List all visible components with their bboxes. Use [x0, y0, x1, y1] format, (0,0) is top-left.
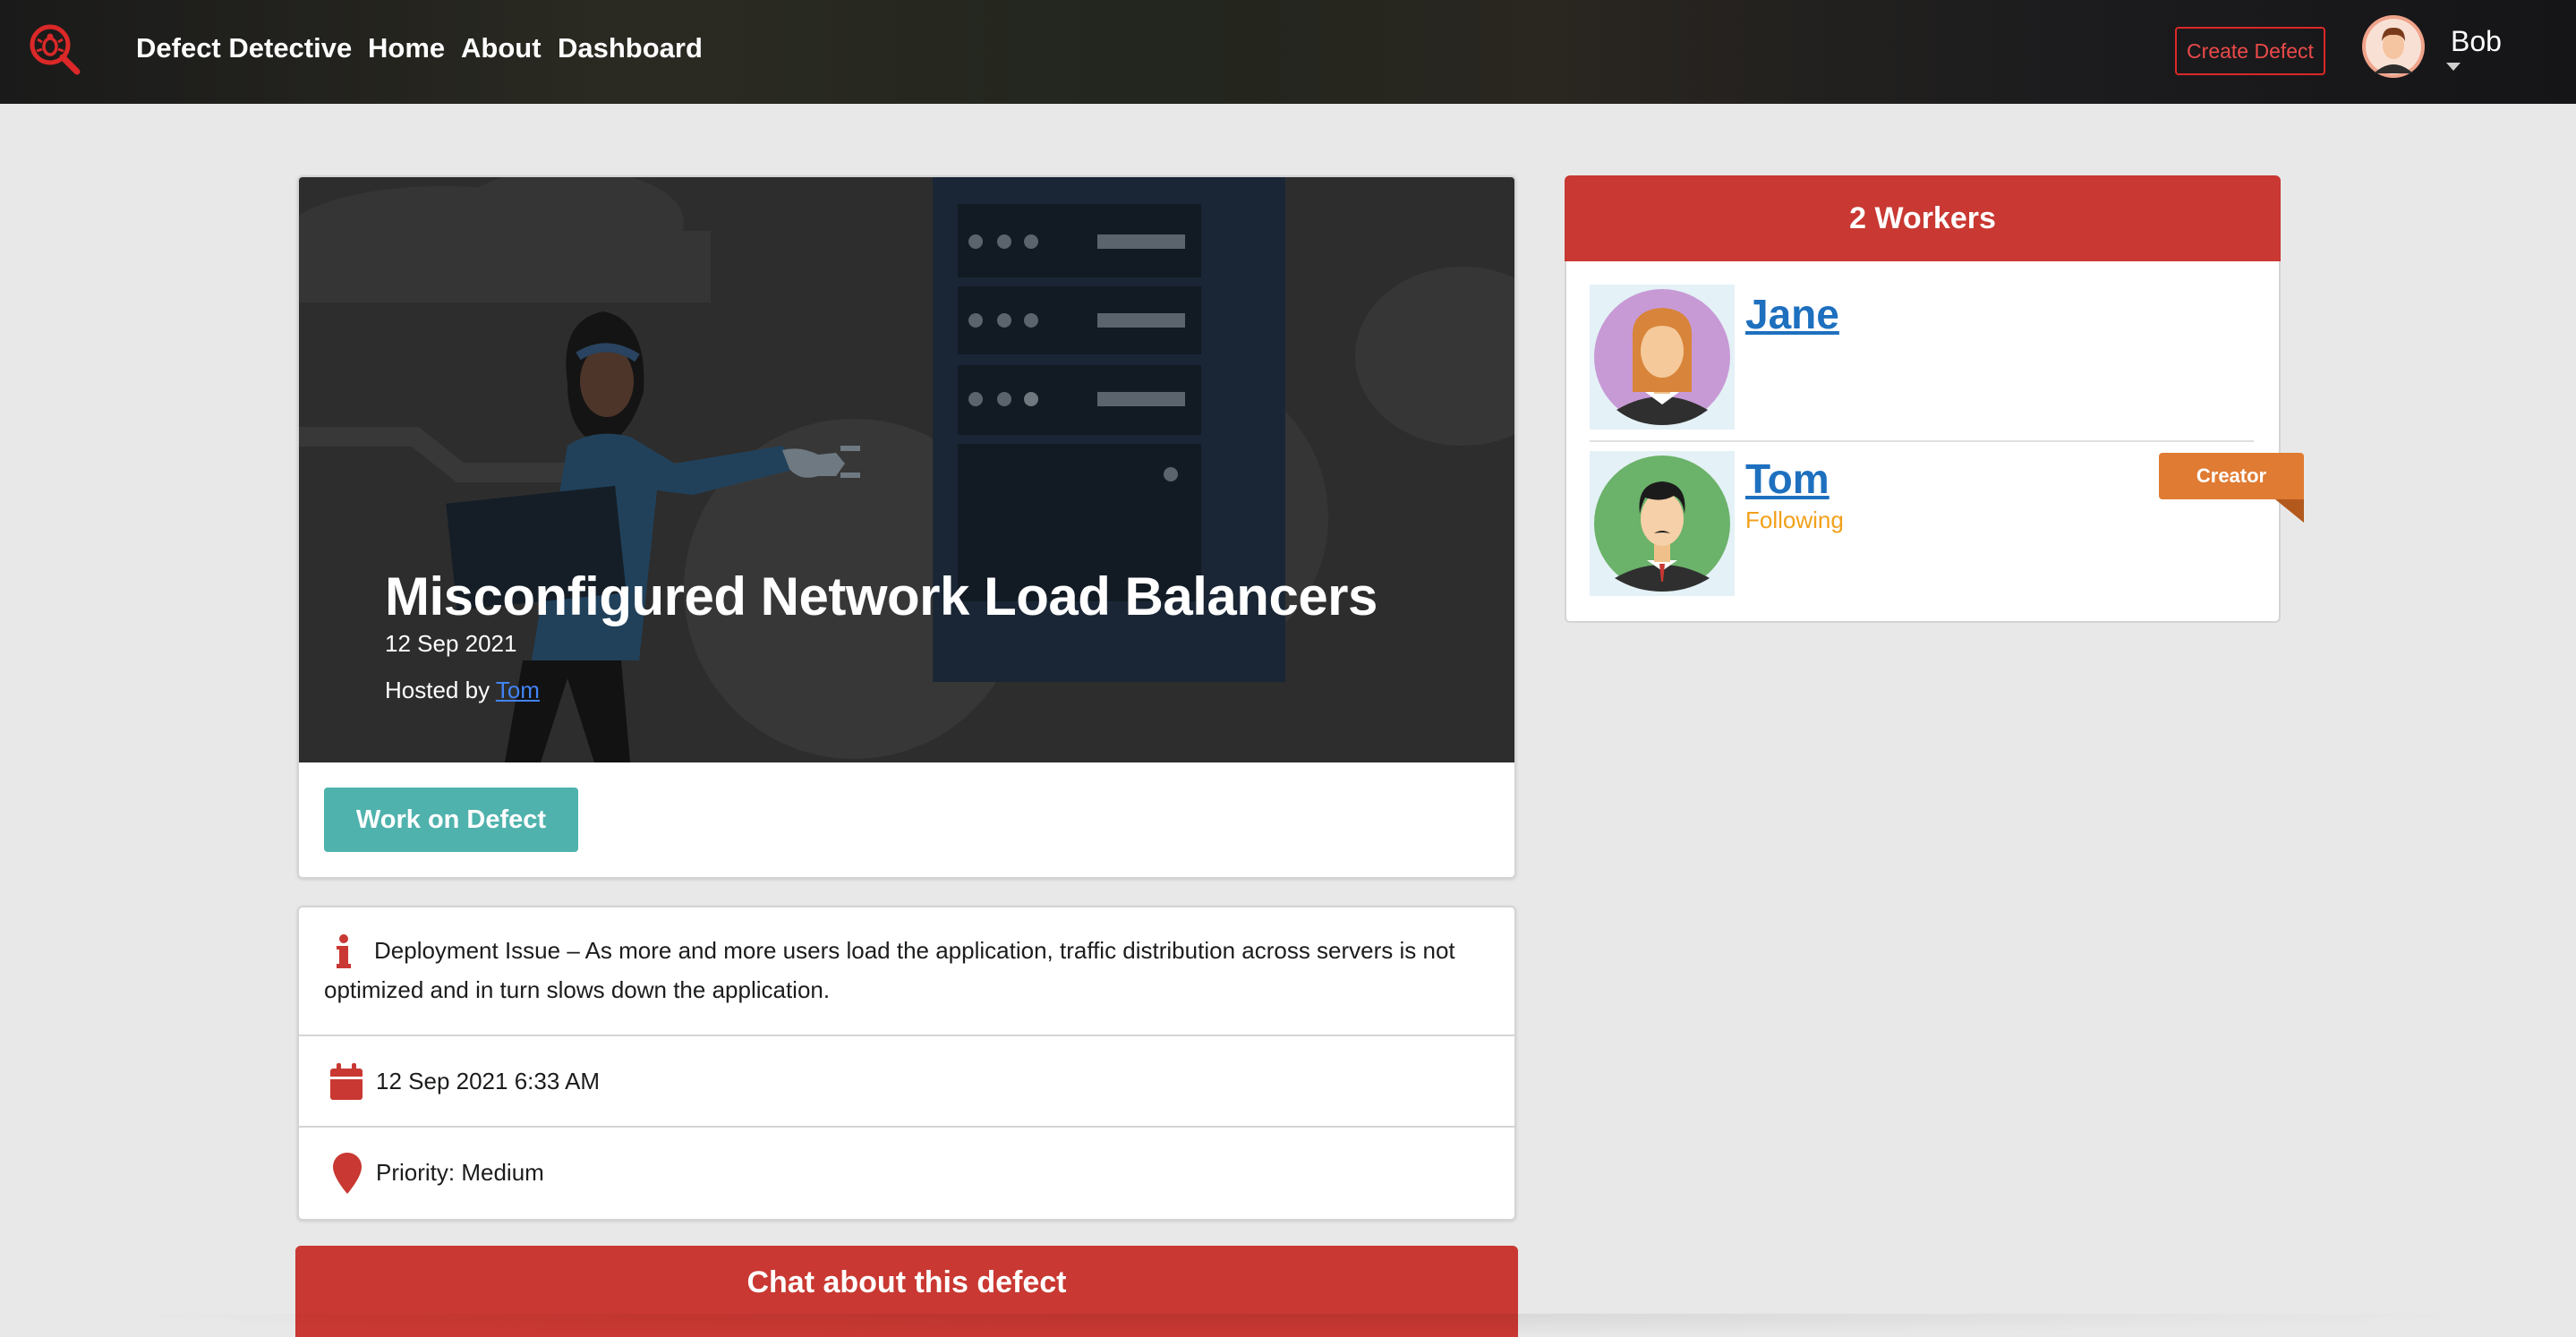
worker-name-jane[interactable]: Jane	[1745, 290, 1839, 338]
user-name[interactable]: Bob	[2451, 25, 2502, 58]
worker-avatar-tom[interactable]	[1590, 451, 1735, 596]
workers-header: 2 Workers	[1565, 175, 2281, 261]
map-marker-icon	[333, 1153, 362, 1194]
hosted-by-label: Hosted by	[385, 677, 490, 703]
bug-magnifier-icon[interactable]	[25, 20, 82, 77]
calendar-icon	[330, 1063, 363, 1100]
worker-divider	[1590, 440, 2254, 442]
chat-about-defect-button[interactable]: Chat about this defect	[295, 1246, 1518, 1337]
description-row: Deployment Issue – As more and more user…	[299, 907, 1514, 1036]
defect-title: Misconfigured Network Load Balancers	[385, 566, 1378, 626]
user-avatar[interactable]	[2361, 14, 2426, 79]
create-defect-button[interactable]: Create Defect	[2175, 27, 2325, 75]
priority-row: Priority: Medium	[299, 1128, 1514, 1219]
host-link[interactable]: Tom	[496, 677, 540, 703]
following-status: Following	[1745, 507, 1844, 533]
defect-priority: Priority: Medium	[376, 1159, 544, 1186]
hero-illustration	[299, 177, 1514, 762]
defect-description: Deployment Issue – As more and more user…	[324, 937, 1455, 1003]
defect-date: 12 Sep 2021	[385, 630, 517, 657]
defect-hero-card: Misconfigured Network Load Balancers 12 …	[297, 175, 1516, 879]
creator-badge: Creator	[2159, 453, 2304, 499]
worker-avatar-jane[interactable]	[1590, 285, 1735, 430]
nav-link-about[interactable]: About	[461, 32, 542, 64]
creator-badge-fold	[2275, 499, 2304, 523]
top-navbar: Defect Detective Home About Dashboard Cr…	[0, 0, 2576, 104]
worker-name-tom[interactable]: Tom	[1745, 455, 1830, 503]
datetime-row: 12 Sep 2021 6:33 AM	[299, 1036, 1514, 1128]
hosted-by-line: Hosted by Tom	[385, 677, 540, 704]
defect-datetime: 12 Sep 2021 6:33 AM	[376, 1068, 601, 1094]
work-on-defect-button[interactable]: Work on Defect	[324, 788, 578, 852]
brand-name[interactable]: Defect Detective	[136, 32, 352, 64]
defect-details-card: Deployment Issue – As more and more user…	[297, 906, 1516, 1221]
nav-link-dashboard[interactable]: Dashboard	[558, 32, 703, 64]
chevron-down-icon[interactable]	[2446, 63, 2461, 71]
nav-link-home[interactable]: Home	[368, 32, 445, 64]
